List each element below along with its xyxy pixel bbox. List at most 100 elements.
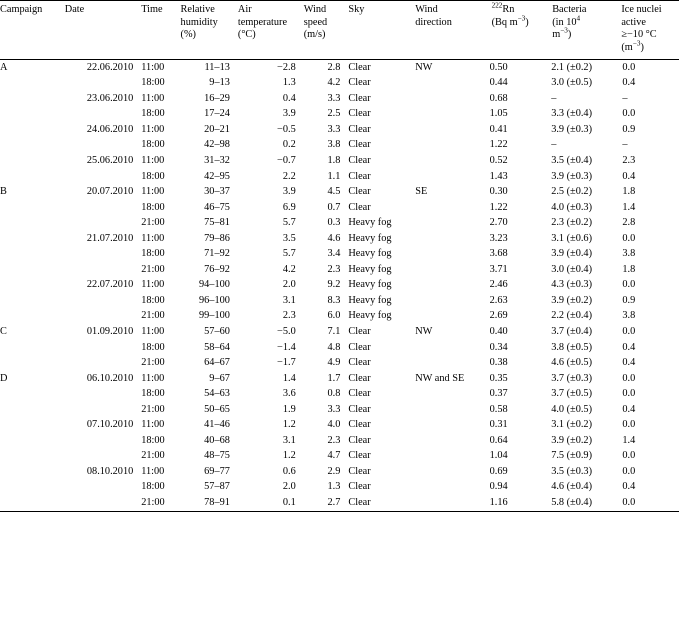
measurement-cell-wind-direction xyxy=(411,138,485,154)
measurement-cell-campaign xyxy=(0,480,61,496)
column-header-wspeed-line2: speed xyxy=(303,16,328,28)
measurement-cell-date xyxy=(61,402,137,418)
measurement-cell-time: 11:00 xyxy=(141,232,165,244)
measurement-cell-relative-humidity: 16–29 xyxy=(204,92,230,104)
measurement-cell-wind-speed: 2.7 xyxy=(299,495,345,513)
measurement-cell-ice-nuclei: 0.4 xyxy=(622,481,636,493)
measurement-cell-campaign xyxy=(0,138,61,154)
measurement-cell-wind-speed: 2.3 xyxy=(327,263,341,275)
measurement-cell-time: 18:00 xyxy=(141,294,165,306)
measurement-cell-sky: Heavy fog xyxy=(348,232,392,244)
measurement-cell-wind-speed: 2.5 xyxy=(327,108,341,120)
measurement-cell-bacteria: 3.3 (±0.4) xyxy=(551,108,593,120)
measurement-cell-relative-humidity: 71–92 xyxy=(204,248,230,260)
table-row: D 06.10.2010 11:00 9–67 1.4 1.7 Clear NW and SE… xyxy=(0,371,679,387)
measurement-cell-wind-speed: 3.4 xyxy=(327,248,341,260)
measurement-cell-bacteria: 7.5 (±0.9) xyxy=(551,450,593,462)
measurement-cell-air-temperature: 0.2 xyxy=(282,139,296,151)
measurement-cell-bacteria: 3.1 (±0.2) xyxy=(551,419,593,431)
measurement-cell-radon-222: 3.23 xyxy=(489,232,508,244)
measurement-cell-relative-humidity: 46–75 xyxy=(204,201,230,213)
table-body: A 22.06.2010 11:00 11–13 −2.8 2.8 Clear NW 0.50 2… xyxy=(0,60,679,513)
column-header-relative-humidity: Relative humidity (%) xyxy=(176,0,234,61)
measurement-cell-ice-nuclei: 0.4 xyxy=(622,357,636,369)
measurement-cell-ice-nuclei: 0.0 xyxy=(622,419,636,431)
measurement-cell-wind-speed: 6.0 xyxy=(327,310,341,322)
measurement-cell-ice-nuclei: 3.8 xyxy=(622,310,636,322)
measurement-cell-bacteria: 3.7 (±0.5) xyxy=(551,388,593,400)
column-header-rh-line2: humidity xyxy=(180,16,218,28)
measurement-cell-wind-speed: 4.2 xyxy=(327,77,341,89)
measurement-cell-date xyxy=(61,200,137,216)
measurement-cell-radon-222: 1.04 xyxy=(489,450,508,462)
measurement-cell-wind-direction xyxy=(411,433,485,449)
column-header-bacteria-line1: Bacteria xyxy=(552,4,587,15)
measurement-cell-air-temperature: 0.4 xyxy=(282,92,296,104)
column-header-wind-direction: Wind direction xyxy=(411,0,486,61)
measurement-cell-bacteria: 4.0 (±0.5) xyxy=(551,403,593,415)
measurement-cell-sky: Heavy fog xyxy=(348,294,392,306)
measurement-cell-time: 21:00 xyxy=(141,450,165,462)
table-row: 21:00 50–65 1.9 3.3 Clear 0.58 4.0 (±0.5) 0.4 xyxy=(0,402,679,418)
measurement-cell-campaign xyxy=(0,356,61,372)
table-row: 07.10.2010 11:00 41–46 1.2 4.0 Clear 0.31 3.1 … xyxy=(0,418,679,434)
column-header-temp-unit: (°C) xyxy=(237,29,256,41)
measurement-cell-radon-222: 0.68 xyxy=(489,92,508,104)
measurement-cell-air-temperature: 0.6 xyxy=(282,465,296,477)
table-row: 25.06.2010 11:00 31–32 −0.7 1.8 Clear 0.52 3.5… xyxy=(0,153,679,169)
measurement-cell-radon-222: 1.16 xyxy=(485,495,548,513)
measurement-cell-time: 11:00 xyxy=(141,279,165,291)
measurement-cell-ice-nuclei: 0.0 xyxy=(618,495,679,513)
measurement-cell-wind-direction xyxy=(411,480,485,496)
measurement-cell-relative-humidity: 64–67 xyxy=(204,357,230,369)
measurement-cell-relative-humidity: 11–13 xyxy=(204,61,230,73)
measurement-cell-campaign xyxy=(0,402,61,418)
measurement-cell-date: 07.10.2010 xyxy=(86,419,134,431)
measurement-cell-radon-222: 3.68 xyxy=(489,248,508,260)
measurement-cell-bacteria: 5.8 (±0.4) xyxy=(547,495,619,513)
table-header: Campaign Date Time Relative humidity (%)… xyxy=(0,0,679,61)
measurement-cell-wind-direction: NW xyxy=(415,61,433,73)
table-row: 18:00 46–75 6.9 0.7 Clear 1.22 4.0 (±0.3) 1.4 xyxy=(0,200,679,216)
measurement-cell-time: 11:00 xyxy=(141,325,165,337)
column-header-date: Date xyxy=(60,0,138,61)
column-header-inp-unit: (m−3) xyxy=(621,40,675,55)
measurement-cell-date xyxy=(61,216,137,232)
measurement-cell-date: 01.09.2010 xyxy=(86,325,134,337)
measurement-cell-bacteria: – xyxy=(551,92,557,104)
measurement-cell-campaign: A xyxy=(0,61,8,73)
measurement-cell-relative-humidity: 79–86 xyxy=(204,232,230,244)
measurement-cell-air-temperature: 3.1 xyxy=(282,294,296,306)
measurement-cell-wind-direction xyxy=(411,200,485,216)
measurement-cell-wind-speed: 4.7 xyxy=(327,450,341,462)
measurement-cell-radon-222: 2.46 xyxy=(489,279,508,291)
measurement-cell-time: 21:00 xyxy=(141,357,165,369)
measurement-cell-bacteria: 3.0 (±0.5) xyxy=(551,77,593,89)
measurement-cell-sky: Clear xyxy=(348,186,371,198)
measurement-cell-ice-nuclei: 3.8 xyxy=(622,248,636,260)
measurement-cell-wind-direction xyxy=(411,449,485,465)
measurement-cell-wind-speed: 7.1 xyxy=(327,325,341,337)
column-header-time-line1: Time xyxy=(141,4,163,15)
column-header-wspeed-unit: (m/s) xyxy=(303,29,326,41)
column-header-bacteria-unit-metre-exponent: −3 xyxy=(560,26,568,35)
measurement-cell-bacteria: 2.5 (±0.2) xyxy=(551,186,593,198)
measurement-cell-air-temperature: 2.2 xyxy=(282,170,296,182)
measurement-cell-wind-speed: 1.7 xyxy=(327,372,341,384)
measurement-cell-wind-direction xyxy=(411,262,485,278)
measurement-cell-bacteria: 3.9 (±0.2) xyxy=(551,294,593,306)
measurement-cell-sky: Heavy fog xyxy=(348,263,392,275)
measurement-cell-date xyxy=(61,138,137,154)
table-row: 18:00 42–95 2.2 1.1 Clear 1.43 3.9 (±0.3) 0.4 xyxy=(0,169,679,185)
measurement-cell-time: 18:00 xyxy=(141,481,165,493)
column-header-time: Time xyxy=(137,0,177,61)
measurement-cell-campaign xyxy=(0,107,61,123)
measurement-cell-date: 22.06.2010 xyxy=(86,61,134,73)
measurement-cell-date xyxy=(61,76,137,92)
measurement-cell-wind-direction xyxy=(411,464,485,480)
measurement-cell-sky: Clear xyxy=(348,481,371,493)
measurement-cell-ice-nuclei: 0.0 xyxy=(622,279,636,291)
measurement-cell-date: 08.10.2010 xyxy=(86,465,134,477)
measurement-cell-air-temperature: 6.9 xyxy=(282,201,296,213)
table-row: 21:00 99–100 2.3 6.0 Heavy fog 2.69 2.2 (±0.4… xyxy=(0,309,679,325)
